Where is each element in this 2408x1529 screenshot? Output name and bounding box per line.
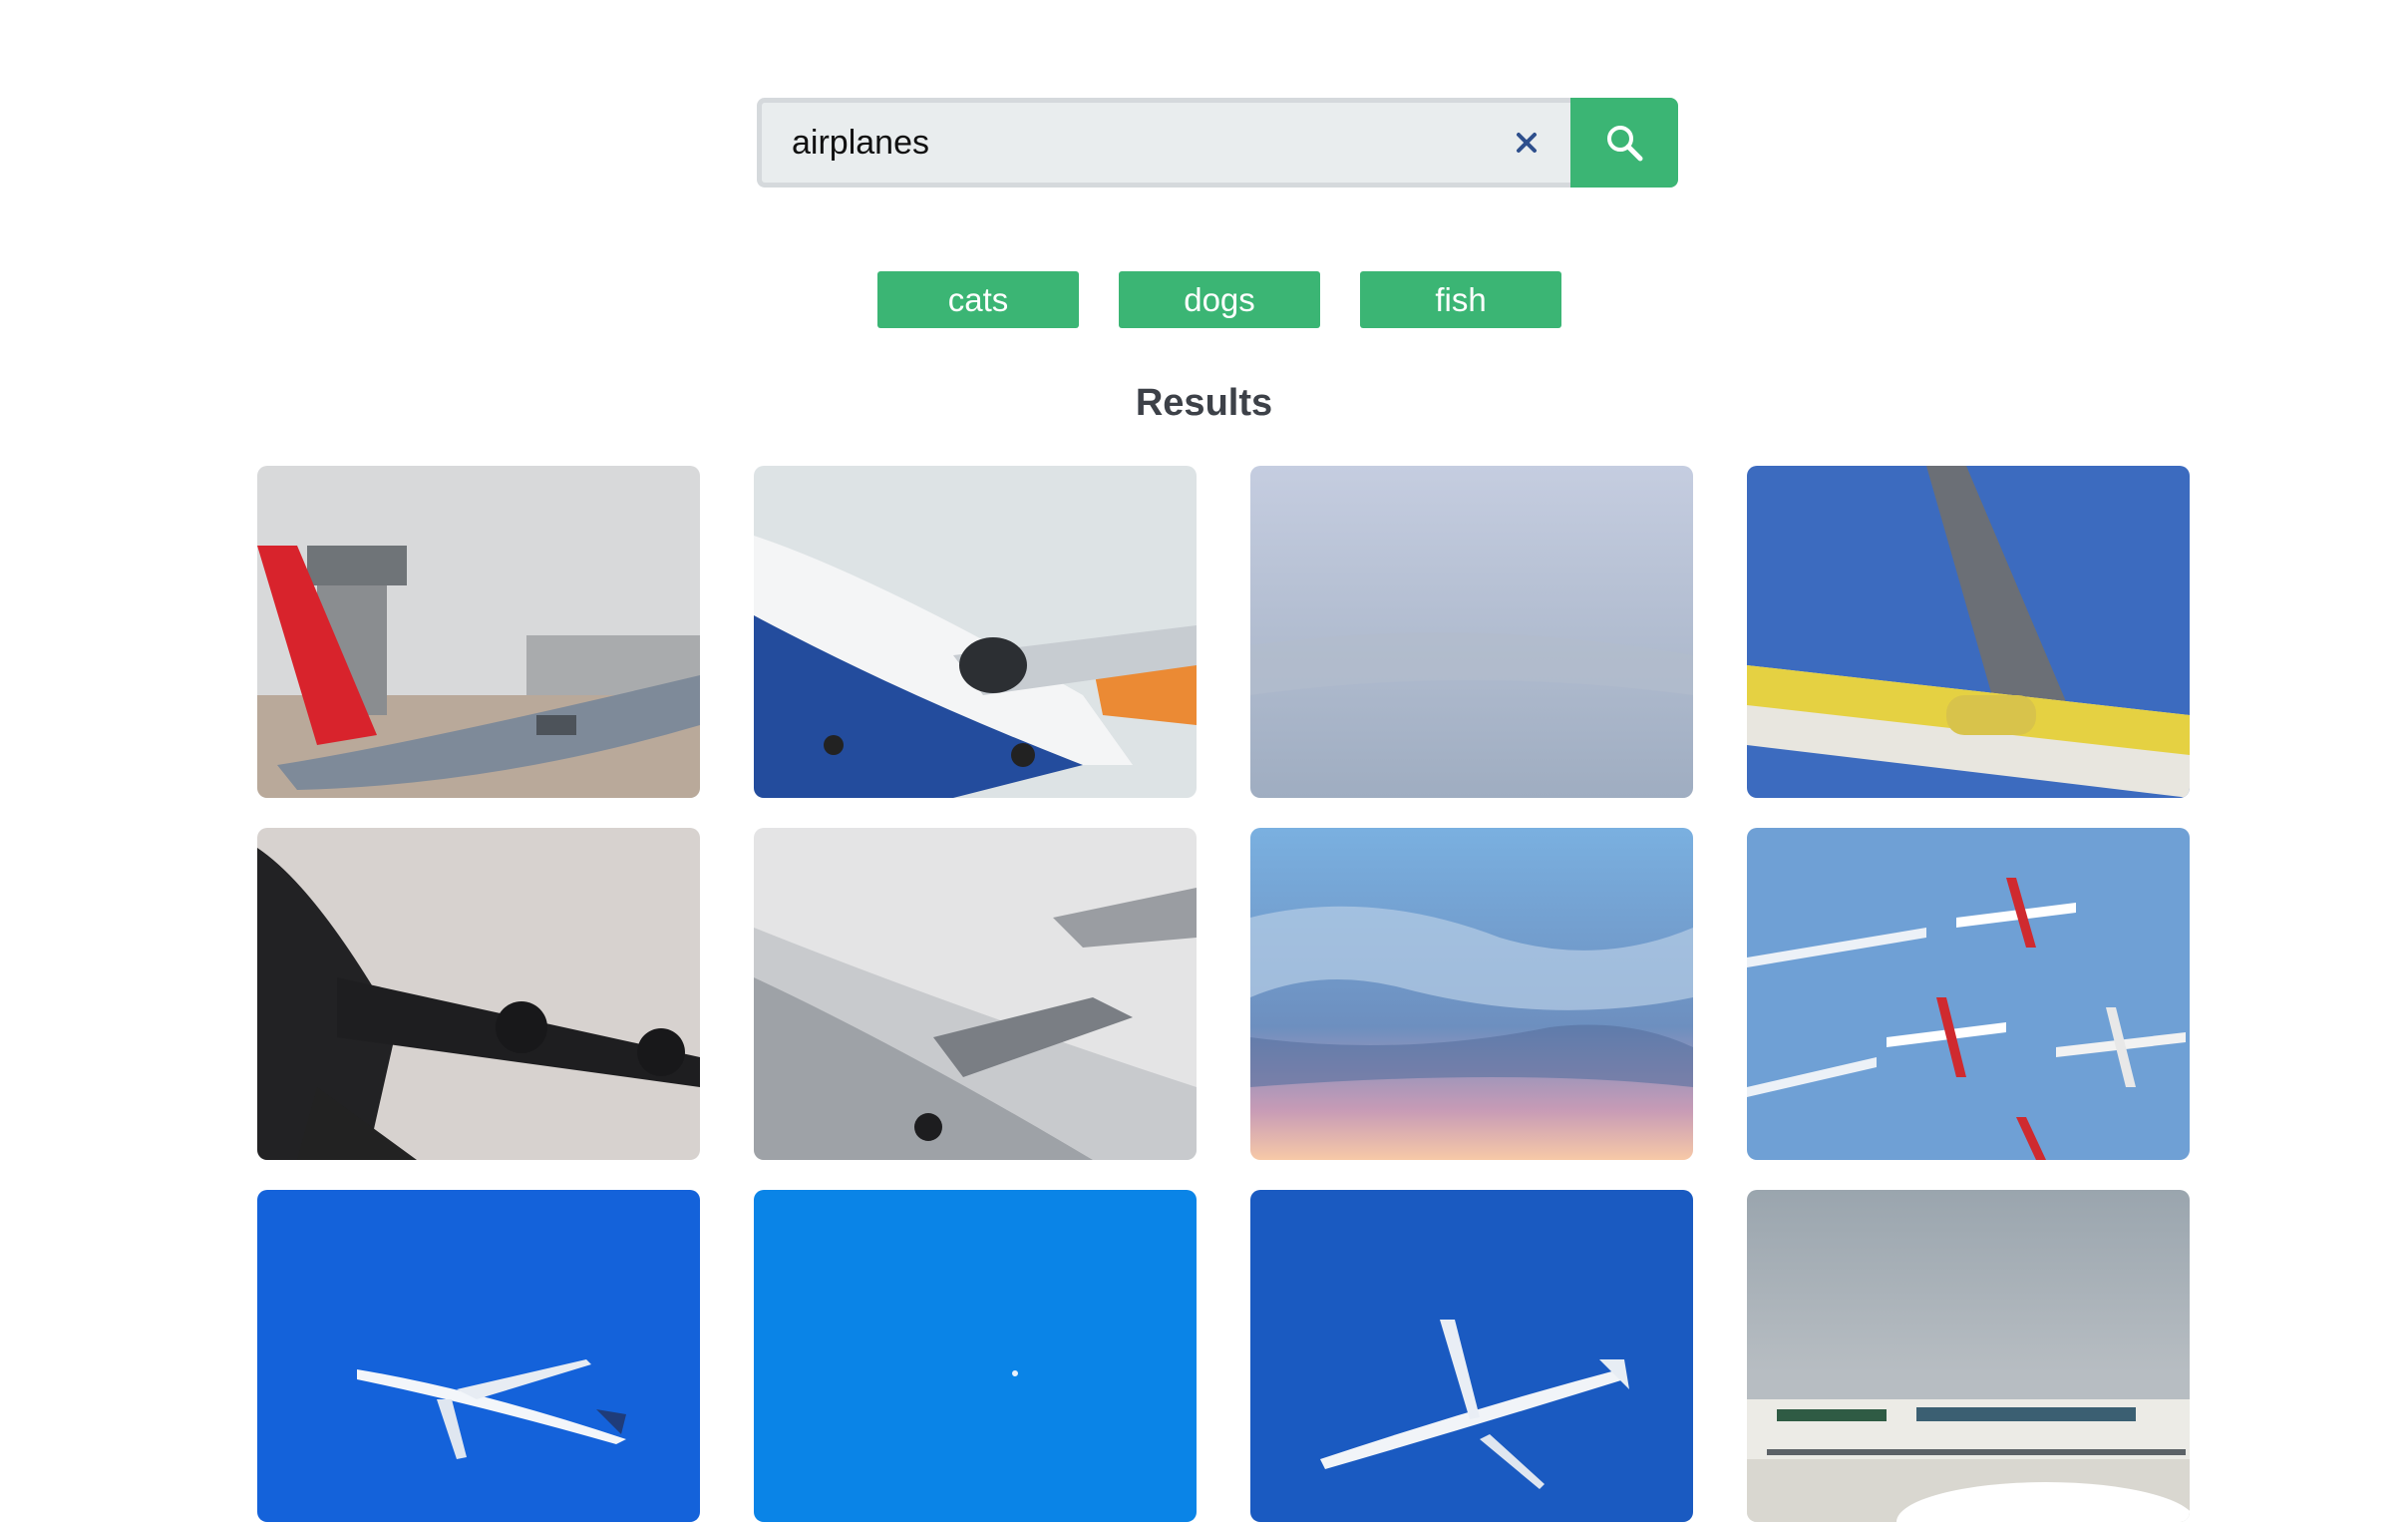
search-page: cats dogs fish Results (0, 0, 2408, 1529)
result-image[interactable] (1747, 828, 2190, 1160)
result-image[interactable] (1747, 1190, 2190, 1522)
search-input[interactable] (792, 103, 1450, 183)
close-icon (1517, 133, 1537, 153)
result-image[interactable] (257, 1190, 700, 1522)
search-bar (757, 98, 1678, 188)
result-image[interactable] (1747, 466, 2190, 798)
suggestion-chip-dogs[interactable]: dogs (1119, 271, 1320, 328)
result-image[interactable] (754, 466, 1197, 798)
suggestion-chips: cats dogs fish (877, 271, 1561, 328)
search-button[interactable] (1570, 98, 1678, 188)
result-image[interactable] (1250, 1190, 1693, 1522)
clear-search-button[interactable] (1507, 123, 1547, 163)
result-image[interactable] (257, 828, 700, 1160)
suggestion-chip-fish[interactable]: fish (1360, 271, 1561, 328)
result-image[interactable] (1250, 466, 1693, 798)
result-image[interactable] (754, 1190, 1197, 1522)
search-field-container (757, 98, 1570, 188)
results-grid (257, 466, 2190, 1522)
suggestion-chip-cats[interactable]: cats (877, 271, 1079, 328)
results-heading: Results (1135, 382, 1273, 424)
search-icon (1607, 126, 1643, 162)
result-image[interactable] (1250, 828, 1693, 1160)
result-image[interactable] (257, 466, 700, 798)
result-image[interactable] (754, 828, 1197, 1160)
